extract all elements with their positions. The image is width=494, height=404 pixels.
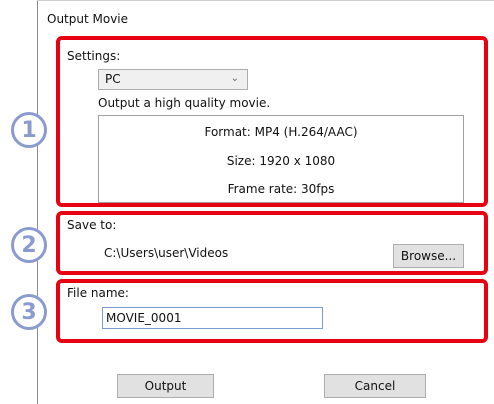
dialog-left-border <box>37 0 38 404</box>
cancel-button[interactable]: Cancel <box>324 374 426 398</box>
callout-3: 3 <box>11 294 47 330</box>
file-name-label: File name: <box>67 286 129 300</box>
callout-2: 2 <box>11 227 47 263</box>
preset-info-box: Format: MP4 (H.264/AAC) Size: 1920 x 108… <box>98 115 464 203</box>
save-path: C:\Users\user\Videos <box>104 246 229 260</box>
save-to-label: Save to: <box>67 218 117 232</box>
file-name-input[interactable]: MOVIE_0001 <box>102 307 323 329</box>
frame-rate-info: Frame rate: 30fps <box>227 182 335 196</box>
browse-button[interactable]: Browse... <box>393 244 464 268</box>
chevron-down-icon: ⌄ <box>230 73 239 84</box>
format-info: Format: MP4 (H.264/AAC) <box>204 125 358 139</box>
size-info: Size: 1920 x 1080 <box>226 154 336 168</box>
callout-1: 1 <box>11 112 47 148</box>
settings-label: Settings: <box>67 49 121 63</box>
dialog-top-border <box>37 0 494 1</box>
preset-select-value: PC <box>105 72 121 86</box>
dialog-title: Output Movie <box>47 12 129 26</box>
output-button[interactable]: Output <box>117 374 214 398</box>
preset-description: Output a high quality movie. <box>98 96 271 110</box>
preset-select[interactable]: PC ⌄ <box>98 69 248 90</box>
